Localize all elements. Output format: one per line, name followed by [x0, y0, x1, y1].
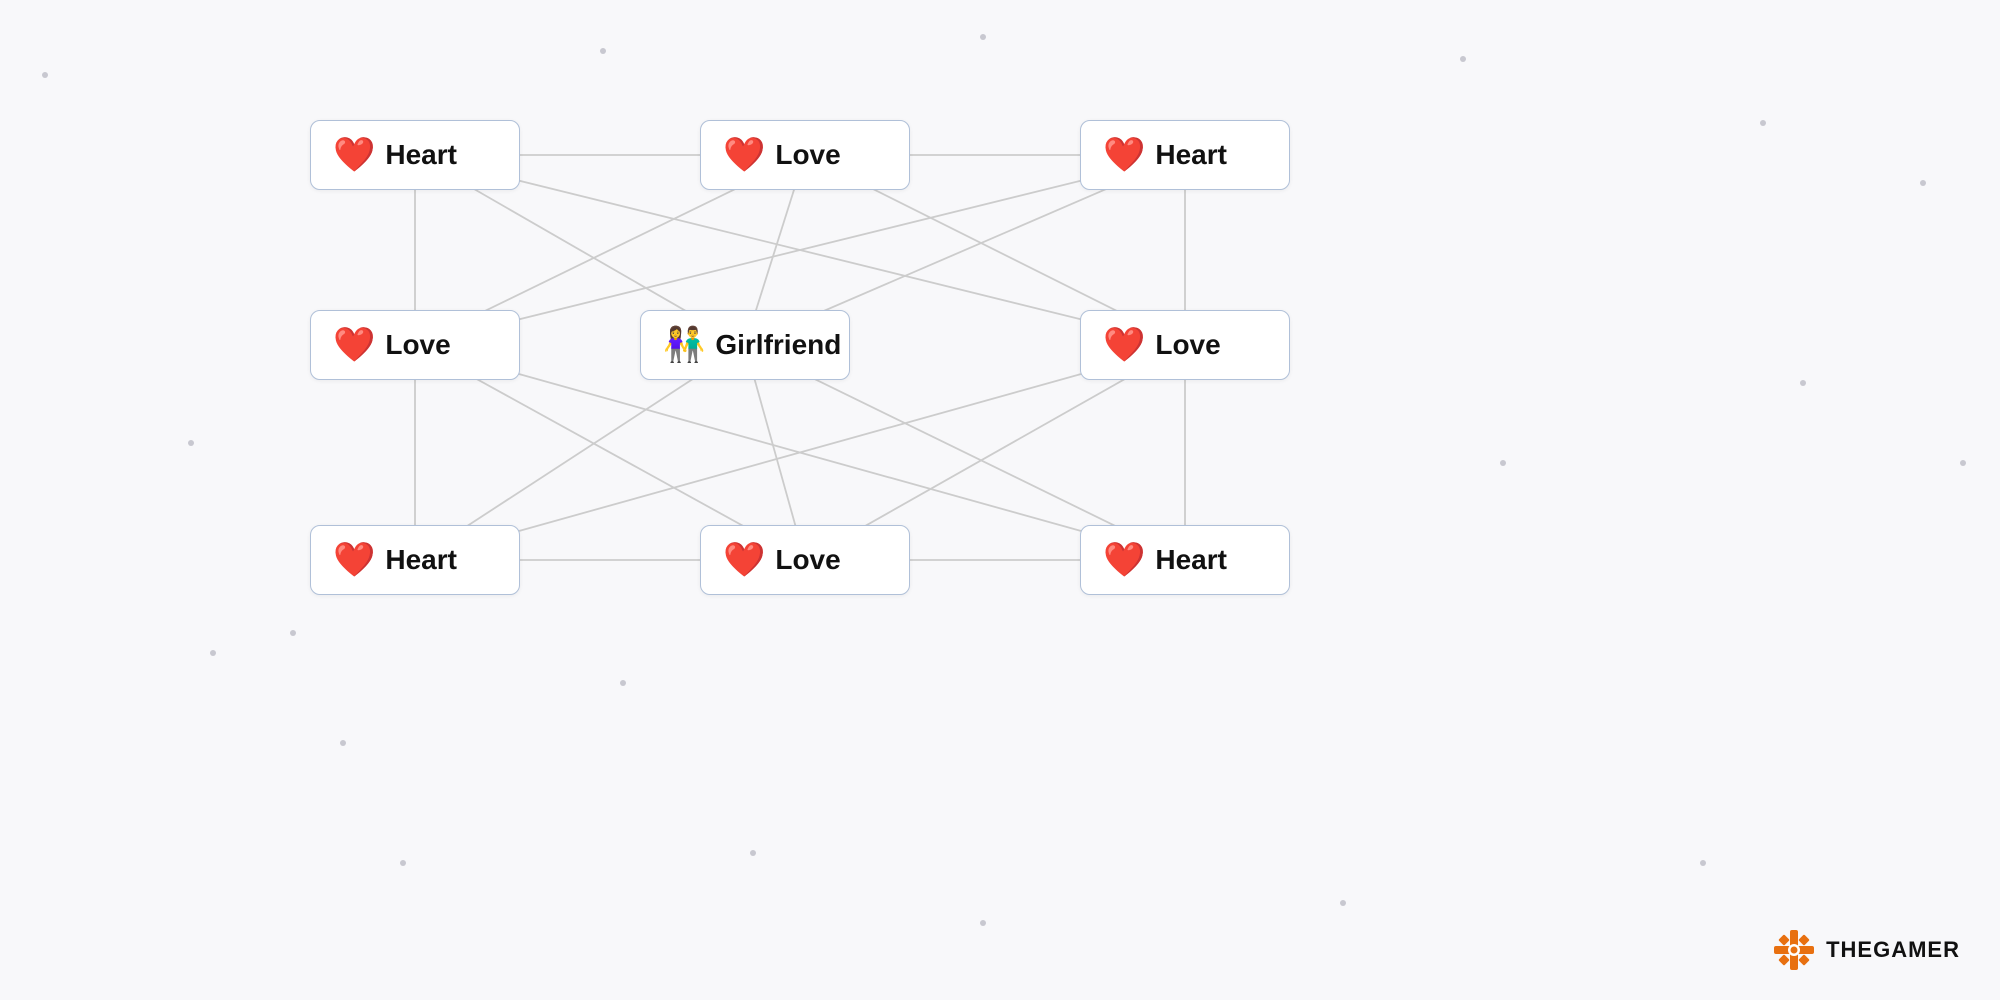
- node-emoji-top-mid: ❤️: [723, 138, 765, 172]
- node-label-mid-right: Love: [1155, 329, 1220, 361]
- node-emoji-bot-right: ❤️: [1103, 543, 1145, 577]
- graph-node-top-mid: ❤️ Love: [700, 120, 910, 190]
- graph-node-mid-left: ❤️ Love: [310, 310, 520, 380]
- node-emoji-bot-mid: ❤️: [723, 543, 765, 577]
- node-emoji-mid-center: 👫: [663, 328, 705, 362]
- node-label-bot-left: Heart: [385, 544, 457, 576]
- node-label-top-mid: Love: [775, 139, 840, 171]
- node-emoji-top-right: ❤️: [1103, 138, 1145, 172]
- brand-icon: [1772, 928, 1816, 972]
- node-label-top-left: Heart: [385, 139, 457, 171]
- graph-node-bot-left: ❤️ Heart: [310, 525, 520, 595]
- node-label-top-right: Heart: [1155, 139, 1227, 171]
- node-label-mid-center: Girlfriend: [715, 329, 841, 361]
- graph-node-mid-right: ❤️ Love: [1080, 310, 1290, 380]
- node-emoji-top-left: ❤️: [333, 138, 375, 172]
- nodes-container: ❤️ Heart ❤️ Love ❤️ Heart ❤️ Love 👫 Girlfriend ❤️ L…: [0, 0, 2000, 1000]
- graph-node-bot-mid: ❤️ Love: [700, 525, 910, 595]
- graph-node-top-right: ❤️ Heart: [1080, 120, 1290, 190]
- brand-name: THEGAMER: [1826, 937, 1960, 963]
- node-label-bot-right: Heart: [1155, 544, 1227, 576]
- brand: THEGAMER: [1772, 928, 1960, 972]
- node-emoji-mid-right: ❤️: [1103, 328, 1145, 362]
- graph-node-top-left: ❤️ Heart: [310, 120, 520, 190]
- node-label-bot-mid: Love: [775, 544, 840, 576]
- graph-node-bot-right: ❤️ Heart: [1080, 525, 1290, 595]
- graph-node-mid-center: 👫 Girlfriend: [640, 310, 850, 380]
- node-emoji-bot-left: ❤️: [333, 543, 375, 577]
- node-label-mid-left: Love: [385, 329, 450, 361]
- node-emoji-mid-left: ❤️: [333, 328, 375, 362]
